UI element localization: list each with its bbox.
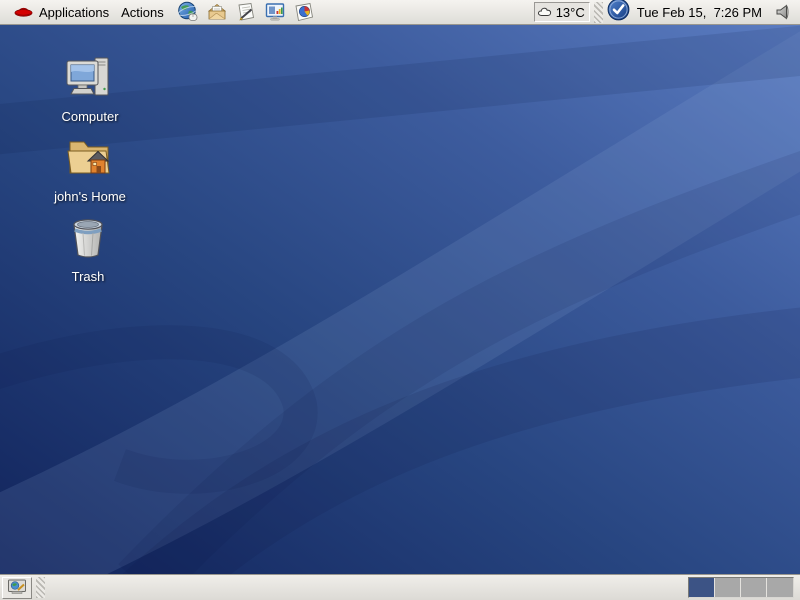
weather-cloud-icon (537, 4, 554, 21)
weather-temperature: 13°C (556, 5, 585, 20)
desktop-icon-trash[interactable]: Trash (40, 213, 136, 286)
desktop-icon-label: Computer (59, 109, 120, 124)
workspace-4[interactable] (767, 578, 793, 597)
show-desktop-button[interactable] (2, 577, 32, 599)
workspace-1[interactable] (689, 578, 715, 597)
actions-menu[interactable]: Actions (115, 3, 170, 22)
home-folder-icon (42, 133, 138, 186)
applications-menu[interactable]: Applications (8, 1, 115, 23)
spreadsheet-icon[interactable] (292, 0, 316, 24)
web-browser-icon[interactable] (176, 0, 200, 24)
computer-icon (42, 53, 138, 106)
actions-menu-label: Actions (121, 5, 164, 20)
redhat-menu-icon (14, 3, 33, 21)
desktop-icon-label: john's Home (52, 189, 128, 204)
workspace-switcher (688, 577, 794, 598)
applications-menu-label: Applications (39, 5, 109, 20)
update-check-icon[interactable] (607, 0, 630, 26)
trash-icon (40, 213, 136, 266)
applet-drag-handle[interactable] (594, 2, 603, 23)
workspace-2[interactable] (715, 578, 741, 597)
panel-right-applets: 13°C Tue Feb 15, 7:26 PM (534, 0, 796, 26)
desktop-background[interactable]: Computer john's Home (0, 25, 800, 574)
window-list-drag-handle[interactable] (36, 577, 45, 598)
desktop-icon-label: Trash (70, 269, 107, 284)
top-panel: Applications Actions (0, 0, 800, 25)
clock[interactable]: Tue Feb 15, 7:26 PM (637, 5, 762, 20)
weather-applet[interactable]: 13°C (534, 2, 590, 22)
desktop-icon-home[interactable]: john's Home (42, 133, 138, 206)
desktop-icon-computer[interactable]: Computer (42, 53, 138, 126)
speaker-icon[interactable] (774, 3, 792, 21)
bottom-panel (0, 574, 800, 600)
panel-launchers (176, 0, 316, 24)
email-icon[interactable] (205, 0, 229, 24)
word-processor-icon[interactable] (234, 0, 258, 24)
presentation-icon[interactable] (263, 0, 287, 24)
workspace-3[interactable] (741, 578, 767, 597)
show-desktop-icon (7, 578, 27, 598)
